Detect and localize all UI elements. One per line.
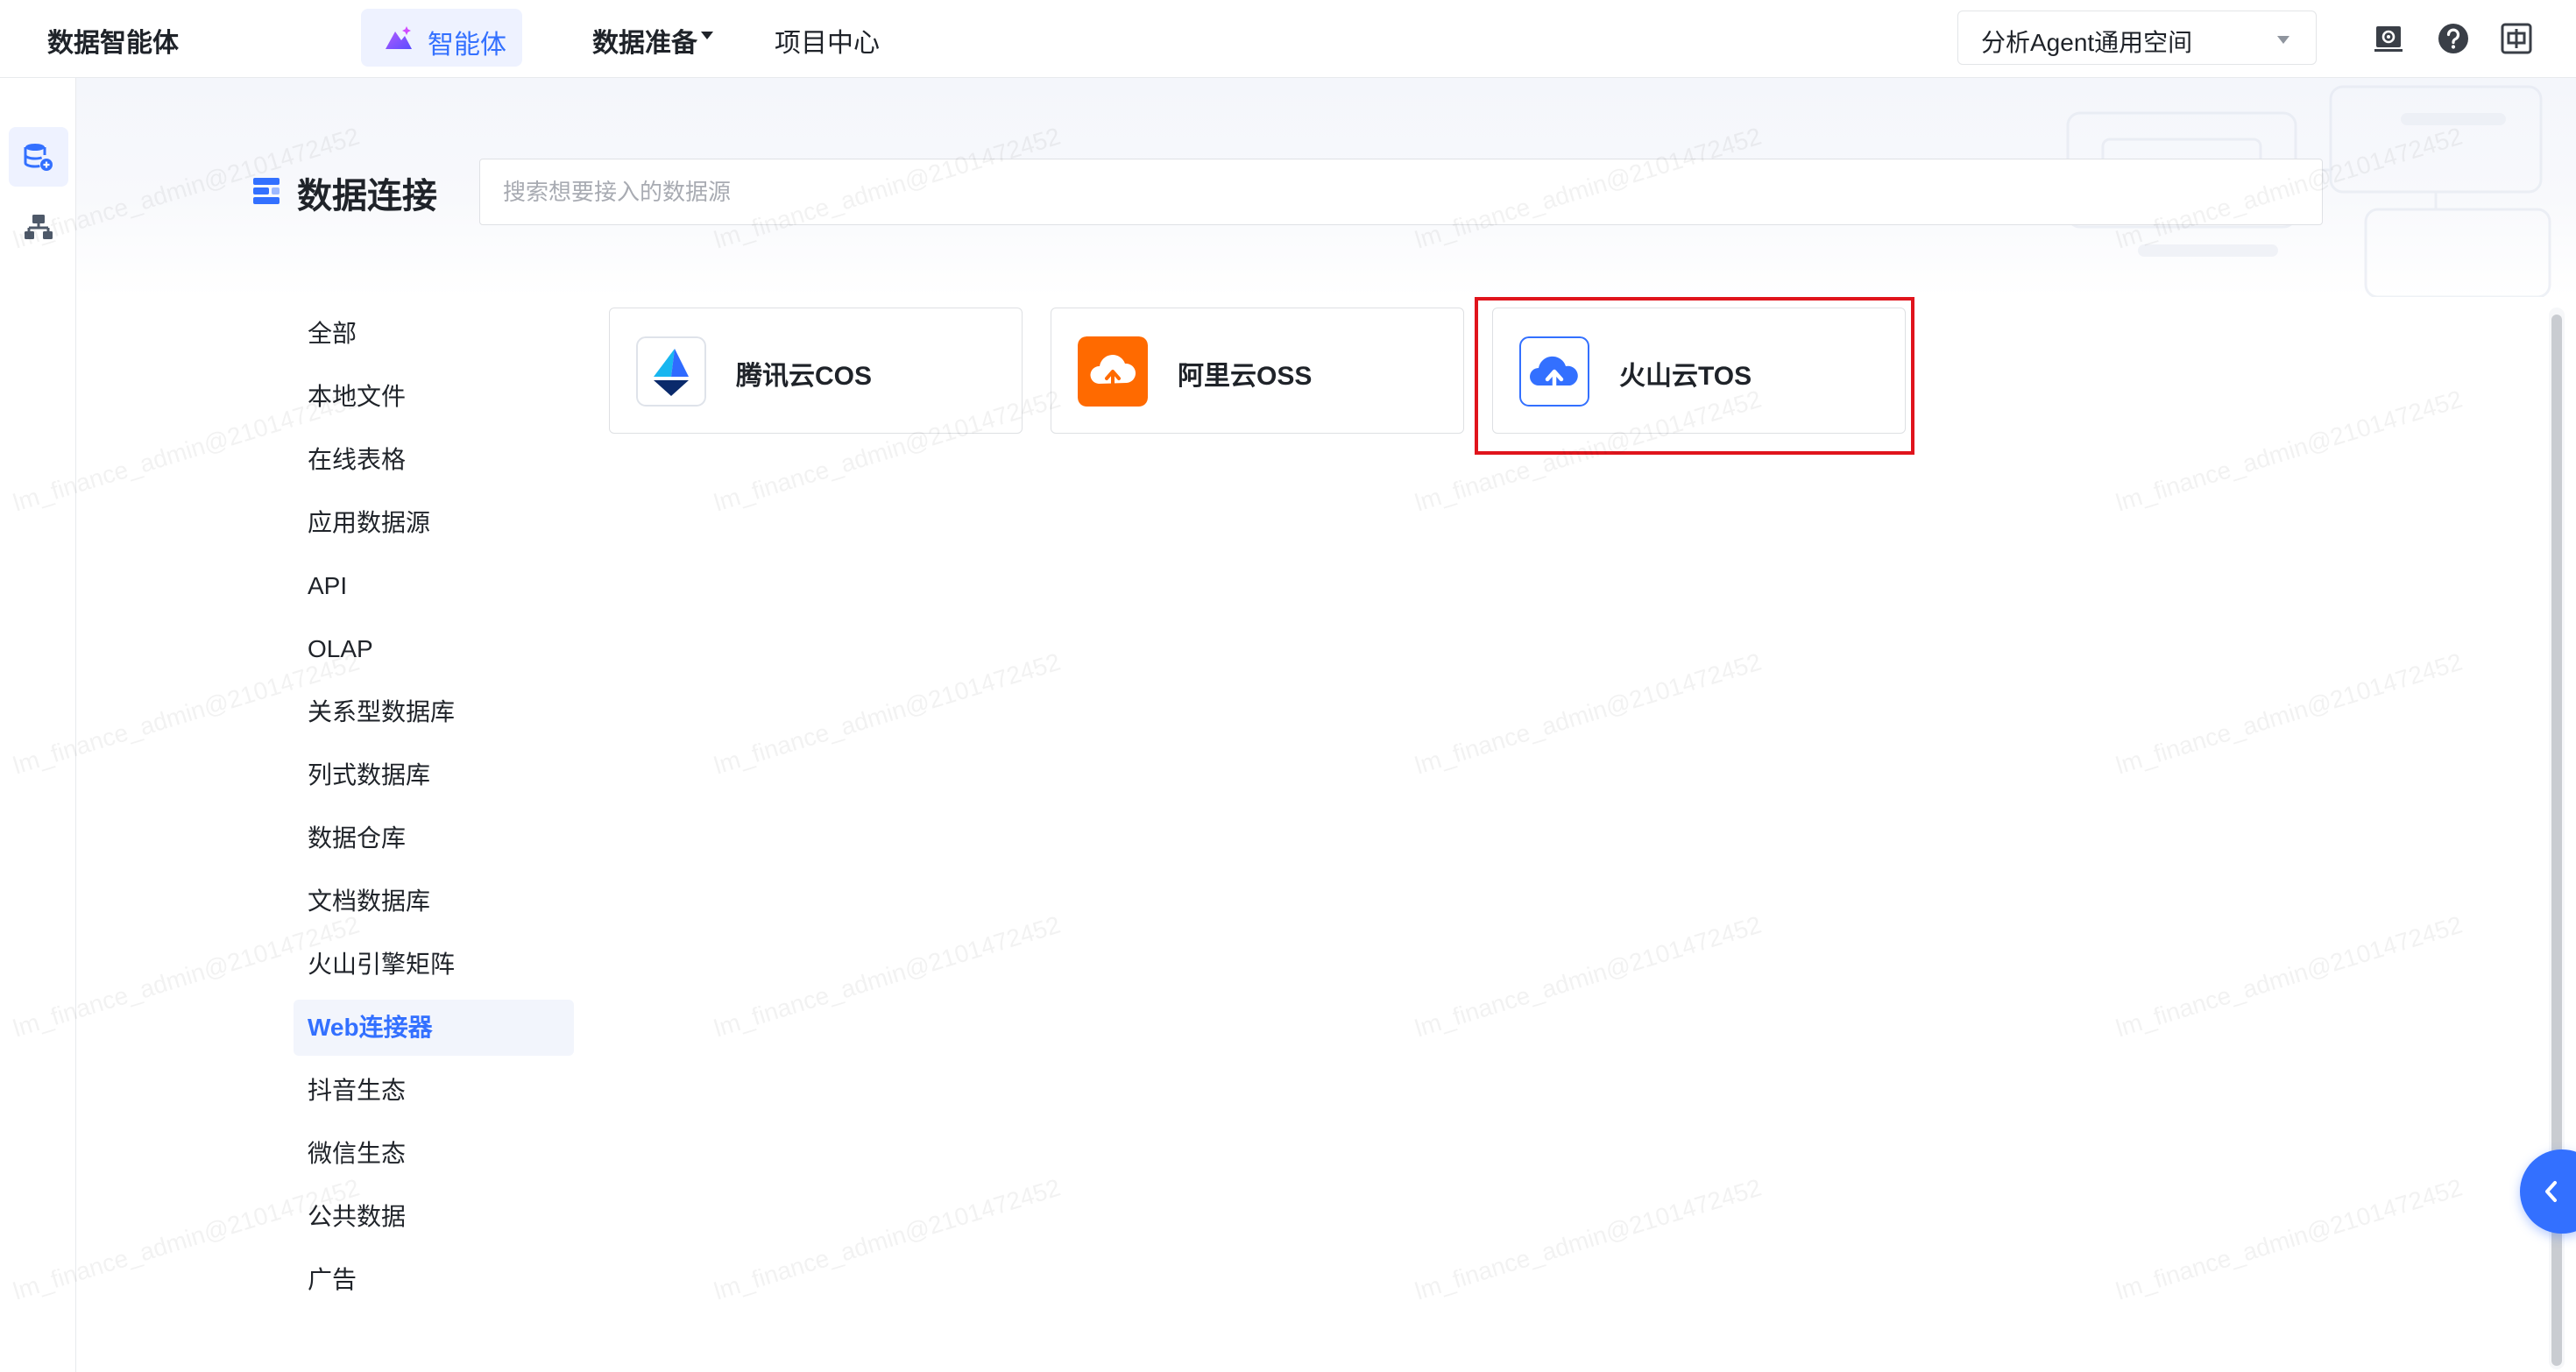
category-item[interactable]: 应用数据源 (294, 495, 574, 551)
category-item[interactable]: 火山引擎矩阵 (294, 937, 574, 993)
connector-name: 阿里云OSS (1178, 362, 1313, 391)
hierarchy-icon (25, 215, 53, 239)
highlight-box (1475, 297, 1914, 455)
database-plus-icon (24, 144, 53, 171)
data-connection-icon (253, 178, 280, 204)
app-title[interactable]: 数据智能体 (47, 21, 179, 60)
watermark: lm_finance_admin@2101472452 (1412, 1173, 1765, 1305)
category-item[interactable]: API (294, 558, 574, 614)
main-content: 数据连接 全部 本地文件 在线表格 应用数据源 API OLAP 关系型数据库 … (10, 78, 2576, 1372)
connector-card-tencent-cos[interactable]: 腾讯云COS (609, 308, 1023, 434)
category-item[interactable]: 抖音生态 (294, 1063, 574, 1119)
category-item[interactable]: 数据仓库 (294, 810, 574, 866)
watermark: lm_finance_admin@2101472452 (711, 647, 1064, 780)
caret-down-icon[interactable] (701, 32, 713, 39)
tencent-cloud-cos-icon (636, 336, 706, 407)
category-item[interactable]: 微信生态 (294, 1126, 574, 1182)
top-bar: 数据智能体 智能体 数据准备 项目中心 分析Agent通用空间 (0, 0, 2576, 78)
nav-agent[interactable]: 智能体 (361, 9, 522, 67)
category-item-active[interactable]: Web连接器 (294, 1000, 574, 1056)
watermark: lm_finance_admin@2101472452 (2112, 647, 2466, 780)
category-item[interactable]: 本地文件 (294, 369, 574, 425)
category-item[interactable]: 关系型数据库 (294, 684, 574, 740)
rail-item-data-connection[interactable] (9, 127, 68, 187)
workspace-select-value: 分析Agent通用空间 (1981, 29, 2193, 56)
settings-box-icon[interactable] (2371, 21, 2406, 56)
watermark: lm_finance_admin@2101472452 (1412, 647, 1765, 780)
left-rail (0, 78, 76, 1372)
watermark: lm_finance_admin@2101472452 (2112, 910, 2466, 1043)
category-item[interactable]: 广告 (294, 1252, 574, 1308)
watermark: lm_finance_admin@2101472452 (2112, 385, 2466, 517)
watermark: lm_finance_admin@2101472452 (711, 1173, 1064, 1305)
category-item[interactable]: 全部 (294, 306, 574, 362)
nav-data-prep[interactable]: 数据准备 (592, 21, 697, 60)
help-icon[interactable] (2436, 21, 2471, 56)
rail-item-hierarchy[interactable] (9, 197, 68, 257)
nav-agent-label: 智能体 (428, 31, 506, 60)
connector-card-aliyun-oss[interactable]: 阿里云OSS (1051, 308, 1464, 434)
caret-down-icon (2277, 36, 2289, 44)
category-item[interactable]: 公共数据 (294, 1189, 574, 1245)
page-title: 数据连接 (297, 177, 437, 216)
connector-name: 腾讯云COS (736, 362, 873, 391)
language-switch-icon[interactable] (2499, 21, 2534, 56)
watermark: lm_finance_admin@2101472452 (711, 910, 1064, 1043)
search-input[interactable] (479, 159, 2323, 225)
category-item[interactable]: 文档数据库 (294, 873, 574, 930)
watermark: lm_finance_admin@2101472452 (2112, 1173, 2466, 1305)
category-item[interactable]: 在线表格 (294, 432, 574, 488)
chevron-left-icon (2545, 1181, 2557, 1202)
nav-project-center[interactable]: 项目中心 (775, 21, 880, 60)
aliyun-oss-icon (1078, 336, 1148, 407)
category-item[interactable]: OLAP (294, 621, 574, 677)
category-item[interactable]: 列式数据库 (294, 747, 574, 803)
watermark: lm_finance_admin@2101472452 (1412, 910, 1765, 1043)
workspace-select[interactable]: 分析Agent通用空间 (1957, 11, 2317, 65)
sparkle-mountain-icon (386, 26, 412, 49)
